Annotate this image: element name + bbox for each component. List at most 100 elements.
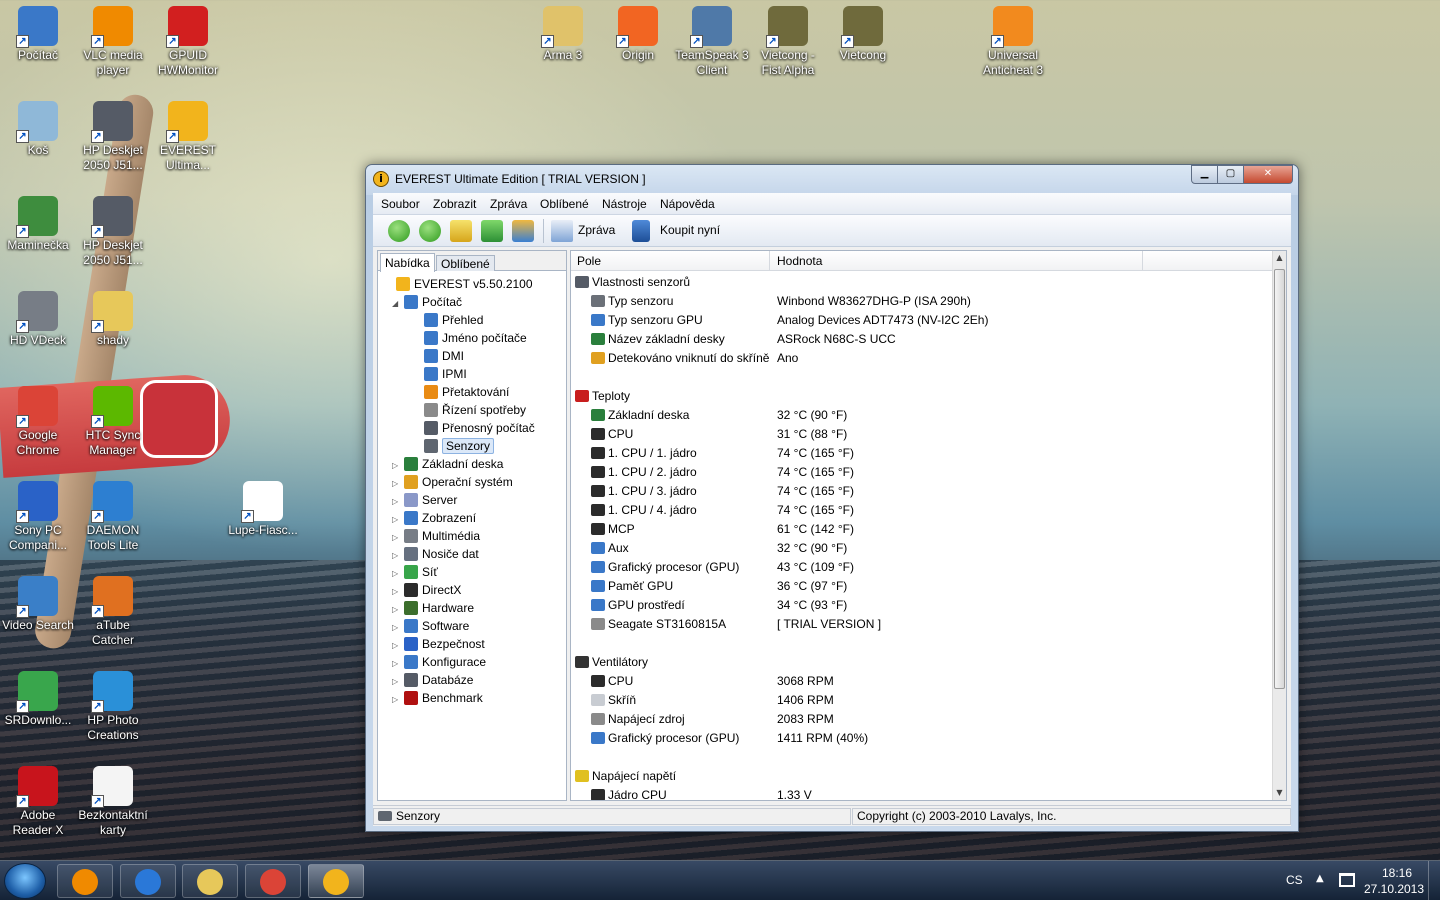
sensor-row[interactable]: Seagate ST3160815A [ TRIAL VERSION ] xyxy=(571,615,1274,634)
clock-date[interactable]: 27.10.2013 xyxy=(1362,882,1426,896)
tree-expander-icon[interactable]: ▷ xyxy=(392,691,402,709)
desktop-icon[interactable]: ↗ HD VDeck xyxy=(0,285,76,348)
sensor-row[interactable]: Jádro CPU 1.33 V xyxy=(571,786,1274,800)
buy-icon[interactable] xyxy=(632,220,650,242)
tree-item[interactable]: ▷ Konfigurace xyxy=(392,653,486,671)
desktop-icon[interactable]: ↗ EVEREST Ultima... xyxy=(150,95,226,173)
desktop-icon[interactable]: ↗ Vietcong xyxy=(825,0,901,63)
menu-oblibene[interactable]: Oblíbené xyxy=(540,197,589,211)
tree-item[interactable]: Jméno počítače xyxy=(422,329,527,347)
desktop-icon[interactable]: ↗ HP Photo Creations xyxy=(75,665,151,743)
scroll-down-arrow-icon[interactable]: ▼ xyxy=(1273,786,1286,800)
desktop-icon[interactable]: ↗ Sony PC Compani... xyxy=(0,475,76,553)
column-value[interactable]: Hodnota xyxy=(777,254,822,268)
report-button[interactable]: Zpráva xyxy=(578,223,615,237)
desktop-icon[interactable]: ↗ VLC media player xyxy=(75,0,151,78)
desktop-icon[interactable]: ↗ Vietcong - Fist Alpha xyxy=(750,0,826,78)
network-icon[interactable] xyxy=(1339,873,1355,887)
desktop-icon[interactable]: ↗ HP Deskjet 2050 J51... xyxy=(75,190,151,268)
column-field[interactable]: Pole xyxy=(577,254,601,268)
tree-item[interactable]: ▷ Operační systém xyxy=(392,473,513,491)
sensor-row[interactable]: GPU prostředí 34 °C (93 °F) xyxy=(571,596,1274,615)
desktop-icon[interactable]: ↗ Universal Anticheat 3 xyxy=(975,0,1051,78)
tree-item[interactable]: EVEREST v5.50.2100 xyxy=(384,275,533,293)
desktop-icon[interactable]: ↗ Počítač xyxy=(0,0,76,63)
tree-item[interactable]: Přehled xyxy=(422,311,483,329)
start-button[interactable] xyxy=(4,863,46,899)
desktop-icon[interactable]: ↗ Origin xyxy=(600,0,676,63)
tree-item[interactable]: ▷ Síť xyxy=(392,563,438,581)
sensor-row[interactable]: MCP 61 °C (142 °F) xyxy=(571,520,1274,539)
forward-arrow-icon[interactable] xyxy=(419,220,441,242)
desktop-icon[interactable]: ↗ SRDownlo... xyxy=(0,665,76,728)
taskbar-chrome-button[interactable] xyxy=(245,864,301,898)
taskbar-internet-explorer-button[interactable] xyxy=(120,864,176,898)
back-arrow-icon[interactable] xyxy=(388,220,410,242)
tree-item[interactable]: ▷ Benchmark xyxy=(392,689,483,707)
title-bar[interactable]: i EVEREST Ultimate Edition [ TRIAL VERSI… xyxy=(366,165,1298,193)
desktop-icon[interactable]: ↗ Video Search xyxy=(0,570,76,633)
sensor-group[interactable]: Napájecí napětí xyxy=(571,767,1274,786)
menu-napoveda[interactable]: Nápověda xyxy=(660,197,715,211)
desktop-icon[interactable]: ↗ Maminečka xyxy=(0,190,76,253)
desktop-icon[interactable]: ↗ Lupe-Fiasc... xyxy=(225,475,301,538)
tree-item[interactable]: ▷ Hardware xyxy=(392,599,474,617)
taskbar-everest-button[interactable] xyxy=(308,864,364,898)
taskbar-media-player-button[interactable] xyxy=(57,864,113,898)
sensor-group[interactable]: Ventilátory xyxy=(571,653,1274,672)
sensor-row[interactable]: Název základní desky ASRock N68C-S UCC xyxy=(571,330,1274,349)
menu-soubor[interactable]: Soubor xyxy=(381,197,420,211)
sensor-row[interactable]: Detekováno vniknutí do skříně Ano xyxy=(571,349,1274,368)
desktop-icon[interactable]: ↗ HP Deskjet 2050 J51... xyxy=(75,95,151,173)
sensor-row[interactable]: 1. CPU / 4. jádro 74 °C (165 °F) xyxy=(571,501,1274,520)
desktop-icon[interactable]: ↗ Bezkontaktní karty xyxy=(75,760,151,838)
menu-nastroje[interactable]: Nástroje xyxy=(602,197,647,211)
tree-item[interactable]: ▷ DirectX xyxy=(392,581,461,599)
tree-item[interactable]: Přetaktování xyxy=(422,383,509,401)
desktop-icon[interactable]: ↗ Adobe Reader X xyxy=(0,760,76,838)
tree-item[interactable]: ▷ Server xyxy=(392,491,457,509)
tree-item[interactable]: ▷ Multimédia xyxy=(392,527,480,545)
desktop-icon[interactable]: ↗ TeamSpeak 3 Client xyxy=(674,0,750,78)
sensor-row[interactable]: Grafický procesor (GPU) 1411 RPM (40%) xyxy=(571,729,1274,748)
desktop-icon[interactable]: ↗ DAEMON Tools Lite xyxy=(75,475,151,553)
column-divider[interactable] xyxy=(1142,251,1143,271)
tree-expander-icon[interactable]: ◢ xyxy=(392,295,402,313)
sensor-row[interactable]: Skříň 1406 RPM xyxy=(571,691,1274,710)
sensor-row[interactable]: Typ senzoru GPU Analog Devices ADT7473 (N… xyxy=(571,311,1274,330)
tree-item[interactable]: Přenosný počítač xyxy=(422,419,535,437)
clock-time[interactable]: 18:16 xyxy=(1372,866,1422,880)
users-icon[interactable] xyxy=(512,220,534,242)
show-desktop-button[interactable] xyxy=(1428,861,1440,900)
desktop-icon[interactable]: ↗ GPUID HWMonitor xyxy=(150,0,226,78)
taskbar-explorer-button[interactable] xyxy=(182,864,238,898)
tab-menu[interactable]: Nabídka xyxy=(380,253,435,272)
sensor-row[interactable]: CPU 31 °C (88 °F) xyxy=(571,425,1274,444)
tree-item[interactable]: ▷ Základní deska xyxy=(392,455,503,473)
tree-item[interactable]: Řízení spotřeby xyxy=(422,401,526,419)
sensor-row[interactable]: 1. CPU / 2. jádro 74 °C (165 °F) xyxy=(571,463,1274,482)
up-folder-icon[interactable] xyxy=(450,220,472,242)
sensor-row[interactable]: Typ senzoru Winbond W83627DHG-P (ISA 290h… xyxy=(571,292,1274,311)
tree-item[interactable]: IPMI xyxy=(422,365,467,383)
report-icon[interactable] xyxy=(551,220,573,242)
buy-now-button[interactable]: Koupit nyní xyxy=(660,223,720,237)
tree-item[interactable]: DMI xyxy=(422,347,464,365)
tree-item[interactable]: ▷ Software xyxy=(392,617,469,635)
scroll-up-arrow-icon[interactable]: ▲ xyxy=(1273,251,1286,265)
desktop-icon[interactable]: ↗ HTC Sync Manager xyxy=(75,380,151,458)
minimize-button[interactable]: ▁ xyxy=(1191,165,1218,184)
column-divider[interactable] xyxy=(769,251,770,271)
desktop-icon[interactable]: ↗ Google Chrome xyxy=(0,380,76,458)
sensor-row[interactable]: Základní deska 32 °C (90 °F) xyxy=(571,406,1274,425)
refresh-icon[interactable] xyxy=(481,220,503,242)
sensor-row[interactable]: CPU 3068 RPM xyxy=(571,672,1274,691)
desktop-icon[interactable]: ↗ Arma 3 xyxy=(525,0,601,63)
tree-item[interactable]: ◢ Počítač xyxy=(392,293,462,311)
sensor-row[interactable]: 1. CPU / 3. jádro 74 °C (165 °F) xyxy=(571,482,1274,501)
vertical-scrollbar[interactable]: ▲ ▼ xyxy=(1272,251,1286,800)
language-indicator[interactable]: CS xyxy=(1286,873,1303,887)
sensor-row[interactable]: Paměť GPU 36 °C (97 °F) xyxy=(571,577,1274,596)
menu-zprava[interactable]: Zpráva xyxy=(490,197,527,211)
tab-favorites[interactable]: Oblíbené xyxy=(436,255,495,271)
